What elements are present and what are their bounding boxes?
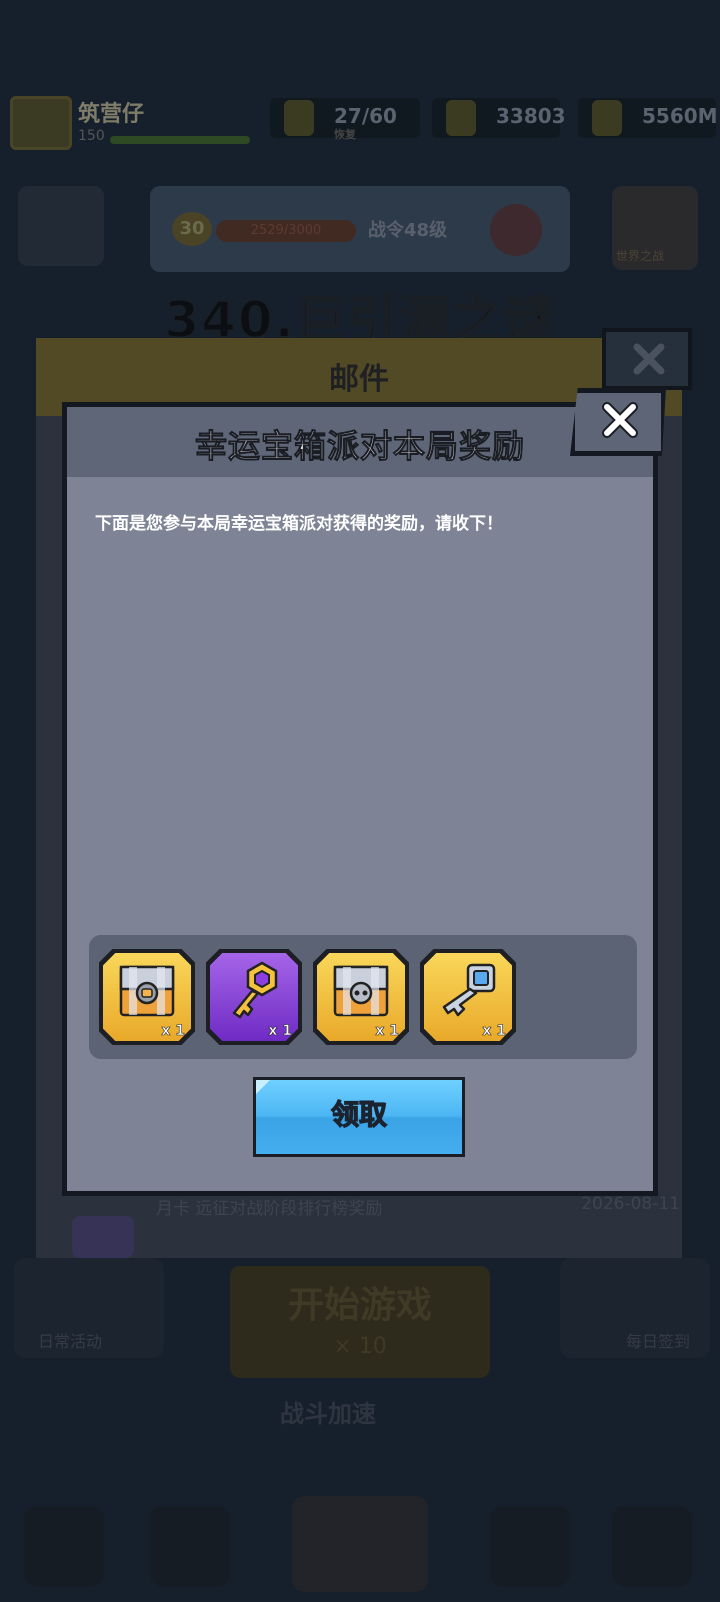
- claim-button[interactable]: 领取: [253, 1077, 465, 1157]
- player-level: 150: [78, 128, 105, 144]
- pass-level: 30: [172, 212, 212, 246]
- start-game-cost: × 10: [333, 1334, 387, 1359]
- coin-resource[interactable]: 5560M: [578, 98, 718, 138]
- nav-tasks[interactable]: [612, 1506, 692, 1586]
- list-menu-button[interactable]: [18, 186, 104, 266]
- daily-signin-label: 每日签到: [625, 1332, 690, 1351]
- battle-speed-label: 战斗加速: [280, 1400, 376, 1428]
- daily-signin-button[interactable]: 每日签到: [560, 1258, 710, 1358]
- mail-row-date: 2026-08-11: [581, 1194, 680, 1214]
- stamina-value: 27/60: [334, 104, 397, 128]
- dialog-close-button[interactable]: [570, 388, 666, 456]
- shield-icon: [490, 204, 542, 256]
- daily-activity-label: 日常活动: [38, 1332, 103, 1351]
- nav-shop[interactable]: [24, 1506, 104, 1586]
- player-name: 筑营仔: [78, 102, 145, 127]
- nav-battle[interactable]: [292, 1496, 428, 1592]
- gift-icon: [72, 1216, 134, 1258]
- dialog-header: 幸运宝箱派对本局奖励: [67, 407, 653, 477]
- daily-activity-button[interactable]: 日常活动: [14, 1258, 164, 1358]
- avatar[interactable]: [10, 96, 72, 150]
- gem-resource[interactable]: 33803: [432, 98, 566, 138]
- reward-quantity: x 1: [375, 1023, 399, 1040]
- coin-icon: [592, 100, 622, 136]
- bottom-nav: [0, 1486, 720, 1602]
- start-game-label: 开始游戏: [287, 1285, 432, 1326]
- nav-equipment[interactable]: [150, 1506, 230, 1586]
- stamina-icon: [284, 100, 314, 136]
- mail-close-button[interactable]: [602, 328, 692, 390]
- silver-key-icon: [442, 963, 496, 1017]
- world-war-button[interactable]: 世界之战: [612, 186, 698, 270]
- game-screen: 筑营仔 150 27/60 恢复 33803 5560M 30 2529/300…: [0, 0, 720, 1602]
- pass-text: 战令48级: [368, 220, 448, 241]
- purple-key-icon: [232, 961, 278, 1019]
- reward-tray: x 1 x 1 x 1 x 1: [89, 935, 637, 1059]
- start-game-button[interactable]: 开始游戏 × 10: [230, 1266, 490, 1378]
- stamina-resource[interactable]: 27/60 恢复: [270, 98, 420, 141]
- reward-item[interactable]: x 1: [313, 949, 409, 1045]
- close-icon: [602, 402, 638, 438]
- bottom-area: 日常活动 开始游戏 × 10 每日签到 战斗加速: [0, 1258, 720, 1602]
- gold-chest-icon: [119, 965, 175, 1017]
- reward-item[interactable]: x 1: [99, 949, 195, 1045]
- dialog-title: 幸运宝箱派对本局奖励: [194, 427, 525, 466]
- reward-item[interactable]: x 1: [206, 949, 302, 1045]
- battle-pass-banner[interactable]: 30 2529/3000 战令48级: [150, 186, 570, 272]
- mail-row[interactable]: 月卡 远征对战阶段排行榜奖励 2026-08-11: [156, 1194, 696, 1219]
- mail-row-text: 月卡 远征对战阶段排行榜奖励: [156, 1199, 383, 1219]
- dialog-message: 下面是您参与本局幸运宝箱派对获得的奖励，请收下！: [95, 514, 503, 534]
- stamina-sub: 恢复: [334, 128, 356, 141]
- gem-icon: [446, 100, 476, 136]
- reward-quantity: x 1: [268, 1023, 292, 1040]
- pass-progress: 2529/3000: [216, 220, 356, 242]
- claim-button-label: 领取: [330, 1097, 387, 1131]
- reward-item[interactable]: x 1: [420, 949, 516, 1045]
- world-war-label: 世界之战: [616, 249, 665, 263]
- close-icon: [633, 343, 665, 375]
- reward-quantity: x 1: [161, 1023, 185, 1040]
- coin-value: 5560M: [642, 104, 718, 128]
- xp-bar: [110, 136, 250, 144]
- reward-dialog: 幸运宝箱派对本局奖励 下面是您参与本局幸运宝箱派对获得的奖励，请收下！ x 1: [62, 402, 658, 1196]
- nav-talent[interactable]: [490, 1506, 570, 1586]
- gem-value: 33803: [496, 104, 566, 128]
- top-bar: 筑营仔 150 27/60 恢复 33803 5560M: [0, 88, 720, 158]
- reward-quantity: x 1: [482, 1023, 506, 1040]
- silver-chest-icon: [333, 965, 389, 1017]
